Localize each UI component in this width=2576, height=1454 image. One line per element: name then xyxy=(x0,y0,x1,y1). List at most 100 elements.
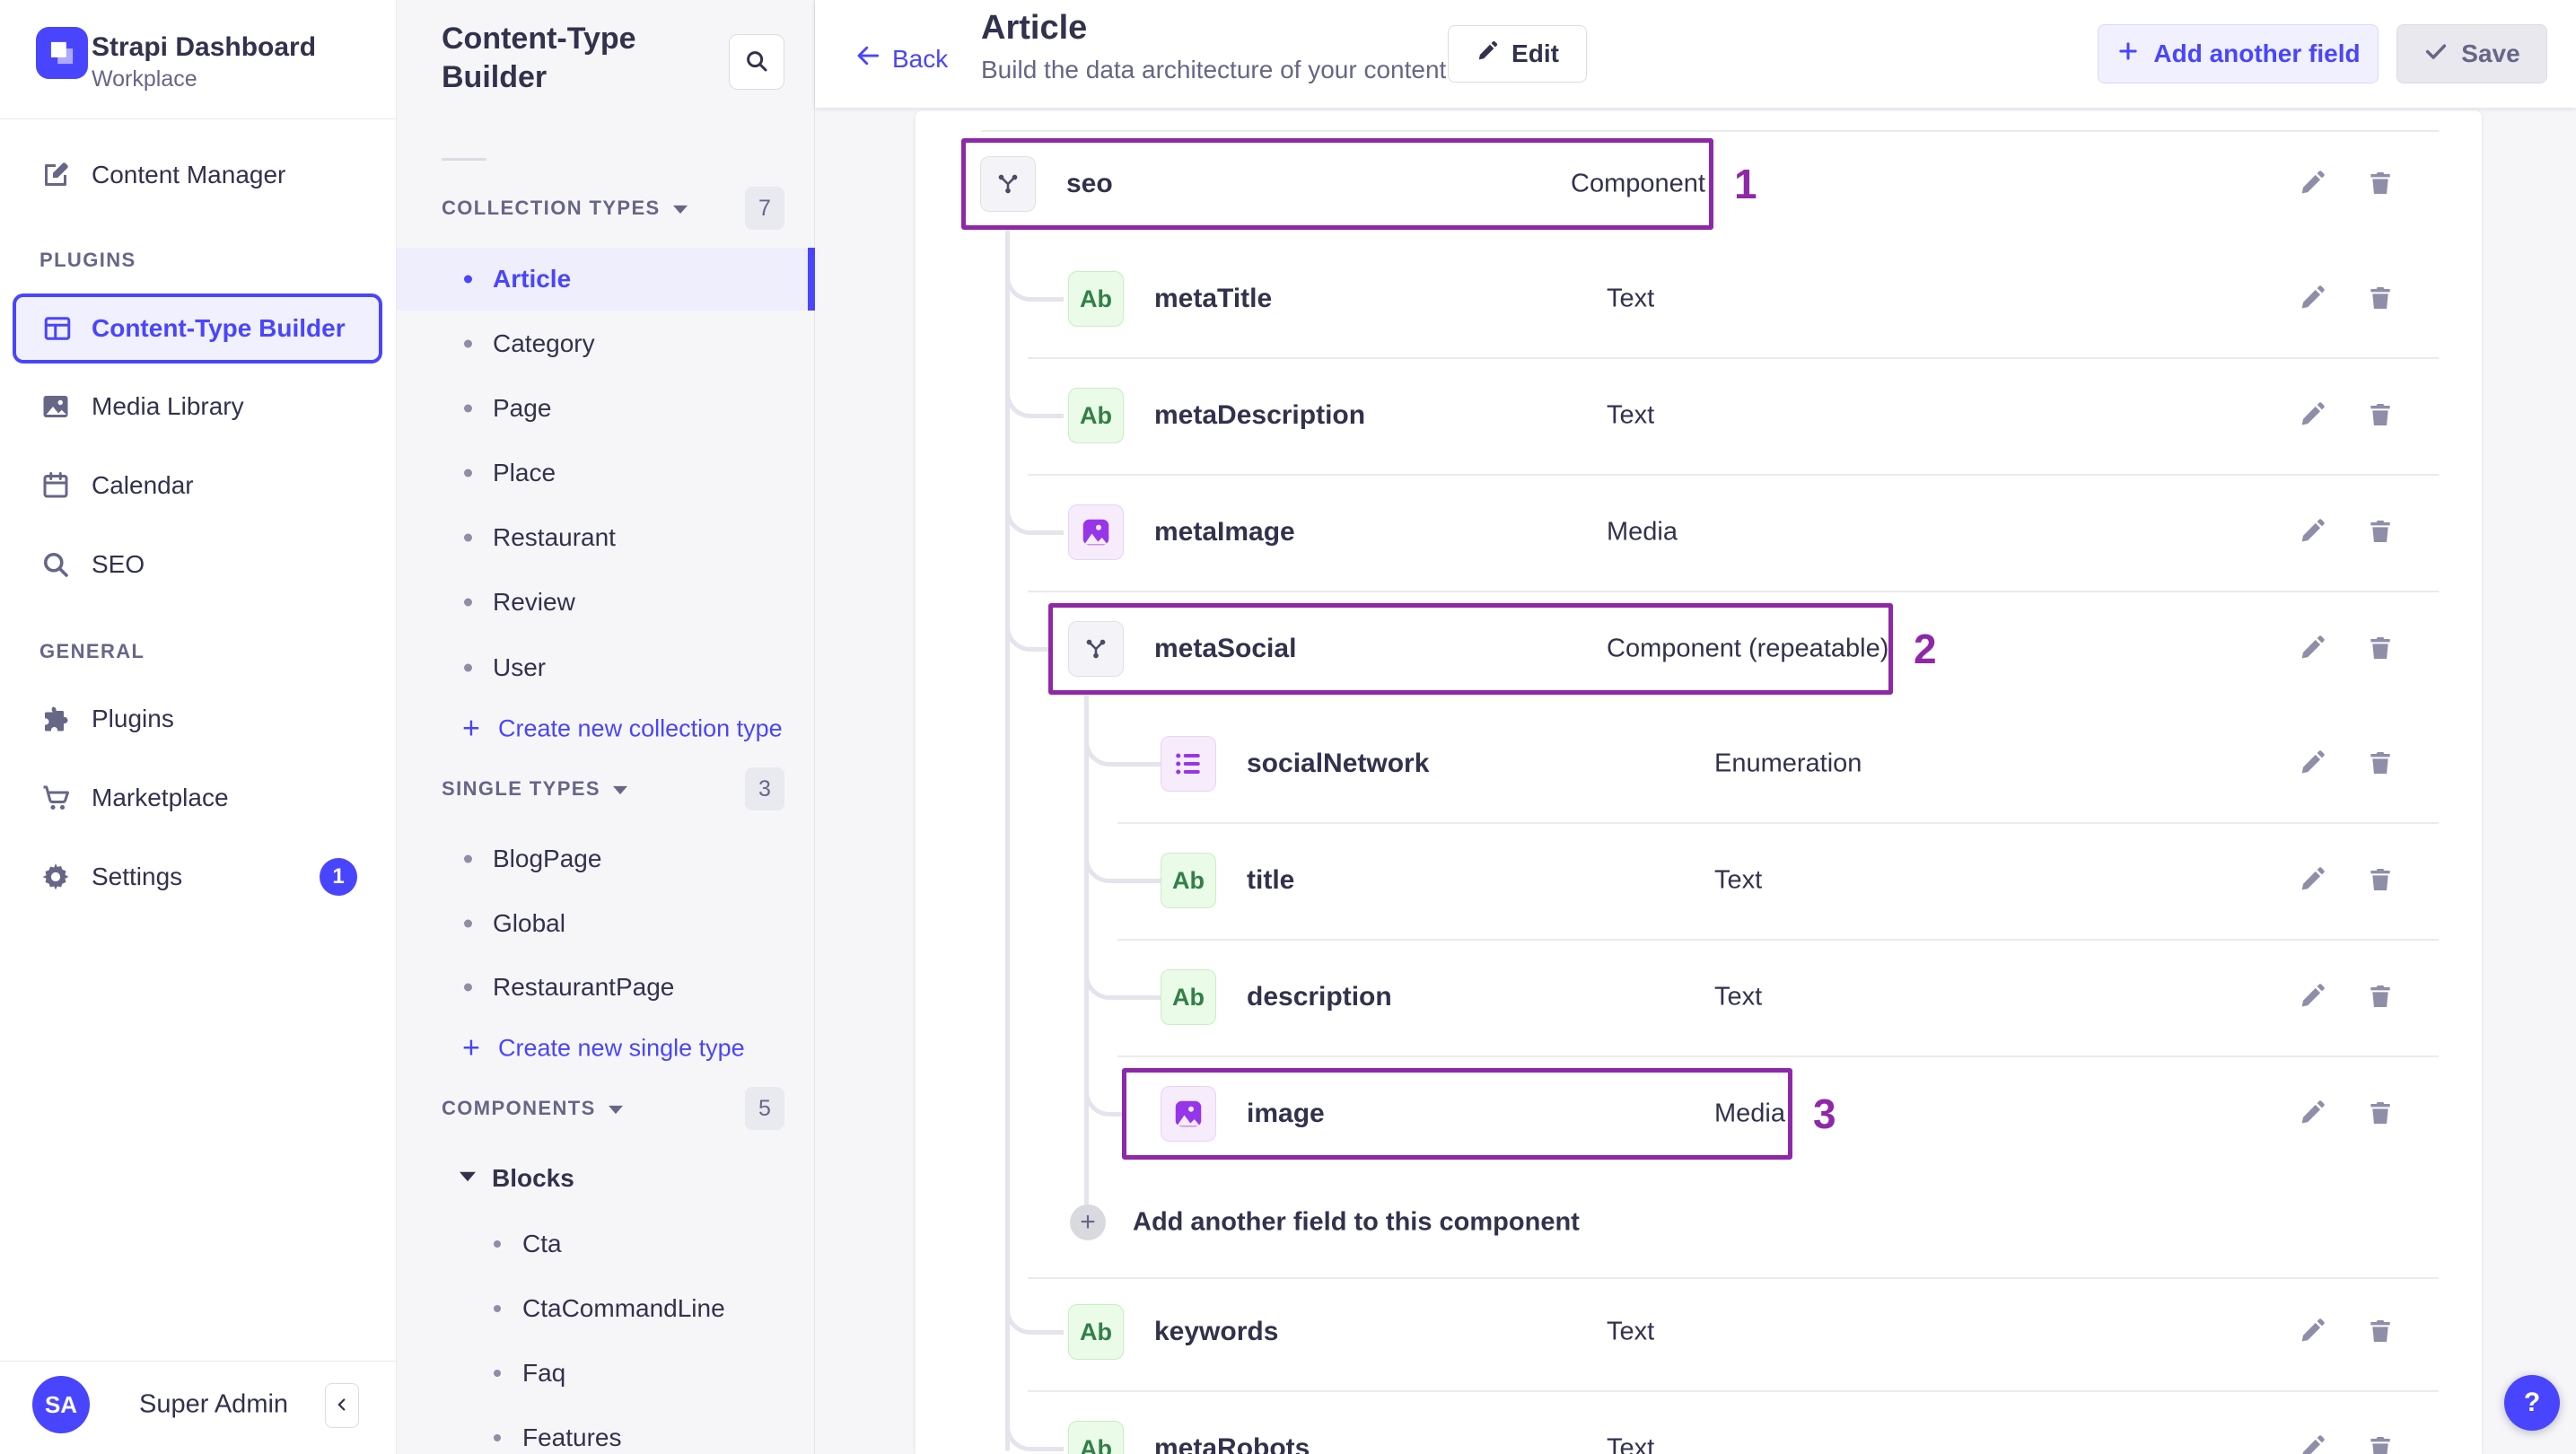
subnav-item-blogpage[interactable]: BlogPage xyxy=(397,828,815,890)
trash-icon xyxy=(2366,284,2395,315)
field-row: Ab description Text xyxy=(916,939,2482,1055)
edit-field-button[interactable] xyxy=(2291,1311,2333,1353)
subnav-item-restaurantpage[interactable]: RestaurantPage xyxy=(397,956,815,1019)
save-button[interactable]: Save xyxy=(2396,24,2547,83)
help-button[interactable]: ? xyxy=(2504,1375,2560,1431)
delete-field-button[interactable] xyxy=(2360,512,2401,553)
search-button[interactable] xyxy=(729,34,784,90)
edit-button[interactable]: Edit xyxy=(1448,25,1587,83)
sidebar-item-settings[interactable]: Settings 1 xyxy=(0,845,397,909)
subnav-item-ctacommandline[interactable]: CtaCommandLine xyxy=(397,1277,815,1340)
subnav-item-label: User xyxy=(493,653,547,681)
section-toggle-components[interactable]: COMPONENTS xyxy=(442,1097,623,1120)
sidebar-item-calendar[interactable]: Calendar xyxy=(0,453,397,518)
delete-field-button[interactable] xyxy=(2360,278,2401,320)
subnav-item-cta[interactable]: Cta xyxy=(397,1213,815,1275)
delete-field-button[interactable] xyxy=(2360,977,2401,1018)
subnav-item-restaurant[interactable]: Restaurant xyxy=(397,506,815,569)
sidebar-section-label: GENERAL xyxy=(39,640,145,662)
edit-field-button[interactable] xyxy=(2291,163,2333,205)
subnav-item-review[interactable]: Review xyxy=(397,571,815,634)
add-field-to-component-button[interactable]: + Add another field to this component xyxy=(916,1182,2482,1263)
user-footer: SA Super Admin xyxy=(0,1361,397,1454)
subnav-item-article[interactable]: Article xyxy=(397,248,815,311)
subnav-item-faq[interactable]: Faq xyxy=(397,1342,815,1405)
edit-field-button[interactable] xyxy=(2291,628,2333,670)
sidebar-item-content-type-builder[interactable]: Content-Type Builder xyxy=(13,293,382,364)
field-name: metaTitle xyxy=(1154,284,1273,313)
edit-field-button[interactable] xyxy=(2291,1428,2333,1454)
section-count-badge: 5 xyxy=(745,1087,784,1130)
subnav-item-features[interactable]: Features xyxy=(397,1406,815,1454)
trash-icon xyxy=(2366,400,2395,432)
add-another-field-button[interactable]: Add another field xyxy=(2098,24,2379,83)
trash-icon xyxy=(2366,517,2395,548)
sidebar-item-label: SEO xyxy=(92,550,145,578)
edit-field-button[interactable] xyxy=(2291,512,2333,553)
sidebar-item-label: Content Manager xyxy=(92,161,286,188)
sidebar-item-plugins[interactable]: Plugins xyxy=(0,687,397,751)
create-new-create-new-collection-type-link[interactable]: + Create new collection type xyxy=(397,700,815,758)
add-field-label: Add another field to this component xyxy=(1133,1207,1580,1237)
component-category-blocks[interactable]: Blocks xyxy=(397,1147,815,1210)
text-field-icon: Ab xyxy=(1161,969,1216,1025)
edit-field-button[interactable] xyxy=(2291,395,2333,436)
field-type: Component xyxy=(1571,169,1705,198)
sidebar-section-label: PLUGINS xyxy=(39,249,136,271)
edit-field-button[interactable] xyxy=(2291,860,2333,901)
delete-field-button[interactable] xyxy=(2360,163,2401,205)
collapse-sidebar-button[interactable] xyxy=(325,1383,359,1428)
sidebar-item-marketplace[interactable]: Marketplace xyxy=(0,766,397,830)
notification-badge: 1 xyxy=(320,858,357,896)
field-name: metaSocial xyxy=(1154,634,1297,663)
text-field-icon: Ab xyxy=(1068,1304,1124,1360)
action-label: Create new collection type xyxy=(498,714,783,742)
subnav-item-page[interactable]: Page xyxy=(397,377,815,440)
back-link[interactable]: Back xyxy=(854,42,948,75)
subnav-item-category[interactable]: Category xyxy=(397,312,815,375)
field-name: image xyxy=(1247,1099,1325,1128)
sidebar-item-label: Settings xyxy=(92,863,183,890)
field-name: metaDescription xyxy=(1154,400,1366,430)
seo-icon xyxy=(39,548,72,581)
sidebar-item-seo[interactable]: SEO xyxy=(0,532,397,597)
plus-circle-icon: + xyxy=(1070,1204,1106,1240)
bullet-icon xyxy=(464,854,472,863)
delete-field-button[interactable] xyxy=(2360,1093,2401,1134)
annotation-number: 1 xyxy=(1734,161,1757,207)
subnav-item-label: Features xyxy=(522,1423,622,1451)
edit-field-button[interactable] xyxy=(2291,1093,2333,1134)
page-header: Back Article Build the data architecture… xyxy=(815,0,2576,108)
edit-field-button[interactable] xyxy=(2291,743,2333,784)
section-toggle-collection-types[interactable]: COLLECTION TYPES xyxy=(442,197,688,220)
trash-icon xyxy=(2366,865,2395,897)
delete-field-button[interactable] xyxy=(2360,743,2401,784)
delete-field-button[interactable] xyxy=(2360,1311,2401,1353)
delete-field-button[interactable] xyxy=(2360,860,2401,901)
media-library-icon xyxy=(39,390,72,423)
edit-field-button[interactable] xyxy=(2291,278,2333,320)
sidebar-item-content-manager[interactable]: Content Manager xyxy=(0,143,397,207)
subnav-item-place[interactable]: Place xyxy=(397,442,815,504)
subnav-item-global[interactable]: Global xyxy=(397,892,815,955)
pencil-icon xyxy=(2298,634,2326,665)
delete-field-button[interactable] xyxy=(2360,628,2401,670)
subnav-item-user[interactable]: User xyxy=(397,636,815,699)
subnav-item-label: Cta xyxy=(522,1230,562,1257)
field-row: Ab metaTitle Text xyxy=(916,241,2482,357)
add-field-label: Add another field xyxy=(2153,39,2361,67)
marketplace-icon xyxy=(39,782,72,814)
edit-label: Edit xyxy=(1511,39,1559,67)
delete-field-button[interactable] xyxy=(2360,395,2401,436)
sidebar-item-media-library[interactable]: Media Library xyxy=(0,374,397,439)
user-name: Super Admin xyxy=(139,1389,289,1419)
delete-field-button[interactable] xyxy=(2360,1428,2401,1454)
text-field-icon: Ab xyxy=(1161,853,1216,908)
trash-icon xyxy=(2366,169,2395,200)
bullet-icon xyxy=(494,1370,501,1377)
edit-field-button[interactable] xyxy=(2291,977,2333,1018)
section-toggle-single-types[interactable]: SINGLE TYPES xyxy=(442,777,627,801)
create-new-create-new-single-type-link[interactable]: + Create new single type xyxy=(397,1020,815,1077)
section-count-badge: 3 xyxy=(745,767,784,810)
field-type: Text xyxy=(1714,982,1763,1012)
